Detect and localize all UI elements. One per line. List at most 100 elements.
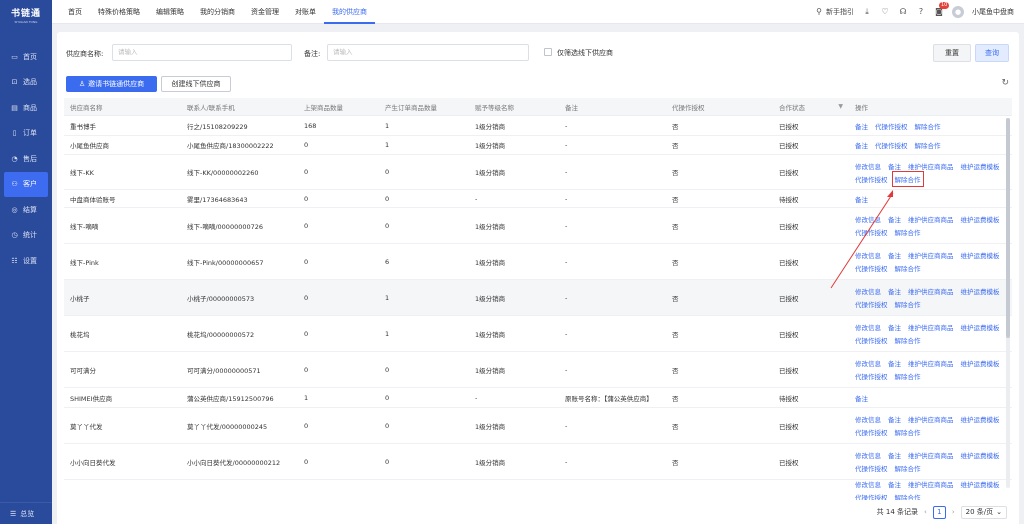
operation-link[interactable]: 修改信息 — [855, 358, 881, 368]
current-page[interactable]: 1 — [932, 505, 946, 519]
table-scrollbar[interactable] — [1006, 118, 1010, 488]
notification-bell[interactable]: ◙ 10 — [934, 1, 950, 17]
top-tab[interactable]: 特殊价格策略 — [90, 0, 148, 24]
operation-link[interactable]: 备注 — [888, 414, 901, 424]
operation-link[interactable]: 代操作授权 — [855, 174, 888, 184]
operation-link[interactable]: 备注 — [888, 322, 901, 332]
sidebar-item-stats[interactable]: ◷ 统计 — [0, 223, 52, 249]
operation-link[interactable]: 维护运费模板 — [961, 250, 1000, 260]
operation-link[interactable]: 代操作授权 — [855, 427, 888, 437]
operation-link[interactable]: 代操作授权 — [855, 371, 888, 381]
operation-link[interactable]: 维护供应商商品 — [908, 161, 954, 171]
sidebar-item-aftersale[interactable]: ◔ 售后 — [0, 146, 52, 172]
sidebar-item-select[interactable]: ⊡ 选品 — [0, 70, 52, 96]
operation-link[interactable]: 维护运费模板 — [961, 214, 1000, 224]
operation-link[interactable]: 解除合作 — [895, 371, 921, 381]
operation-link[interactable]: 修改信息 — [855, 322, 881, 332]
operation-link[interactable]: 代操作授权 — [875, 140, 908, 150]
sidebar-overview[interactable]: ☰ 总览 — [0, 502, 52, 524]
create-offline-supplier-button[interactable]: 创建线下供应商 — [161, 76, 231, 92]
sidebar-item-customer[interactable]: ⚇ 客户 — [4, 171, 48, 197]
operation-link[interactable]: 维护供应商商品 — [908, 286, 954, 296]
sidebar-item-settle[interactable]: ◎ 结算 — [0, 197, 52, 223]
operation-link[interactable]: 维护供应商商品 — [908, 414, 954, 424]
operation-link[interactable]: 备注 — [888, 450, 901, 460]
operation-link[interactable]: 修改信息 — [855, 286, 881, 296]
operation-link[interactable]: 维护供应商商品 — [908, 479, 954, 489]
operation-link[interactable]: 维护运费模板 — [961, 286, 1000, 296]
operation-link[interactable]: 备注 — [888, 479, 901, 489]
operation-link[interactable]: 解除合作 — [895, 299, 921, 309]
operation-link[interactable]: 维护运费模板 — [961, 450, 1000, 460]
sidebar-item-settings[interactable]: ☷ 设置 — [0, 248, 52, 274]
operation-link[interactable]: 维护供应商商品 — [908, 358, 954, 368]
refresh-icon[interactable]: ↻ — [1001, 78, 1009, 88]
operation-link[interactable]: 备注 — [855, 194, 868, 204]
avatar[interactable]: ● — [952, 5, 964, 18]
help-icon[interactable]: ? — [916, 7, 926, 17]
offline-only-label[interactable]: 仅筛选线下供应商 — [557, 48, 613, 58]
operation-link[interactable]: 维护运费模板 — [961, 414, 1000, 424]
operation-link[interactable]: 维护运费模板 — [961, 322, 1000, 332]
operation-link[interactable]: 修改信息 — [855, 450, 881, 460]
prev-page-icon[interactable]: ‹ — [924, 508, 927, 516]
note-input[interactable]: 请输入 — [327, 44, 529, 61]
operation-link[interactable]: 修改信息 — [855, 414, 881, 424]
sidebar-item-order[interactable]: ▯ 订单 — [0, 121, 52, 147]
operation-link[interactable]: 维护供应商商品 — [908, 450, 954, 460]
operation-link[interactable]: 代操作授权 — [855, 227, 888, 237]
guide-link[interactable]: ⚲ 新手指引 — [814, 7, 854, 17]
operation-link[interactable]: 解除合作 — [891, 170, 924, 187]
heart-icon[interactable]: ♡ — [880, 7, 890, 17]
supplier-name-input[interactable]: 请输入 — [112, 44, 292, 61]
query-button[interactable]: 查询 — [975, 44, 1009, 62]
operation-link[interactable]: 修改信息 — [855, 250, 881, 260]
username[interactable]: 小尾鱼中盘商 — [972, 7, 1014, 17]
operation-link[interactable]: 备注 — [888, 286, 901, 296]
operation-link[interactable]: 解除合作 — [895, 227, 921, 237]
operation-link[interactable]: 代操作授权 — [875, 121, 908, 131]
operation-link[interactable]: 维护供应商商品 — [908, 322, 954, 332]
reset-button[interactable]: 重置 — [933, 44, 971, 62]
sidebar-item-goods[interactable]: ▤ 商品 — [0, 95, 52, 121]
top-tab[interactable]: 我的供应商 — [324, 0, 375, 24]
operation-link[interactable]: 备注 — [855, 140, 868, 150]
top-tab[interactable]: 资金管理 — [243, 0, 287, 24]
operation-link[interactable]: 修改信息 — [855, 161, 881, 171]
scrollbar-thumb[interactable] — [1006, 118, 1010, 338]
operation-link[interactable]: 备注 — [855, 121, 868, 131]
operation-link[interactable]: 代操作授权 — [855, 299, 888, 309]
operation-link[interactable]: 备注 — [855, 393, 868, 403]
operation-link[interactable]: 解除合作 — [895, 463, 921, 473]
sidebar-item-monitor[interactable]: ▭ 首页 — [0, 44, 52, 70]
operation-link[interactable]: 解除合作 — [915, 121, 941, 131]
operation-link[interactable]: 代操作授权 — [855, 335, 888, 345]
operation-link[interactable]: 代操作授权 — [855, 463, 888, 473]
invite-supplier-button[interactable]: ♙ 邀请书链通供应商 — [66, 76, 157, 92]
headset-icon[interactable]: ☊ — [898, 7, 908, 17]
top-tab[interactable]: 编辑策略 — [148, 0, 192, 24]
download-icon[interactable]: ⤓ — [862, 7, 872, 17]
operation-link[interactable]: 维护运费模板 — [961, 161, 1000, 171]
offline-only-checkbox[interactable] — [544, 48, 552, 56]
page-size-select[interactable]: 20 条/页 ⌄ — [960, 505, 1007, 519]
operation-link[interactable]: 维护运费模板 — [961, 358, 1000, 368]
filter-icon[interactable]: ▼ — [838, 103, 843, 110]
operation-link[interactable]: 维护供应商商品 — [908, 250, 954, 260]
operation-link[interactable]: 备注 — [888, 358, 901, 368]
operation-link[interactable]: 备注 — [888, 214, 901, 224]
operation-link[interactable]: 备注 — [888, 161, 901, 171]
operation-link[interactable]: 解除合作 — [895, 335, 921, 345]
operation-link[interactable]: 解除合作 — [895, 427, 921, 437]
operation-link[interactable]: 修改信息 — [855, 479, 881, 489]
top-tab[interactable]: 我的分销商 — [192, 0, 243, 24]
app-logo[interactable]: 书链通 SHULIAN TONG — [0, 0, 52, 30]
operation-link[interactable]: 代操作授权 — [855, 263, 888, 273]
operation-link[interactable]: 解除合作 — [895, 263, 921, 273]
operation-link[interactable]: 修改信息 — [855, 214, 881, 224]
operation-link[interactable]: 备注 — [888, 250, 901, 260]
operation-link[interactable]: 维护供应商商品 — [908, 214, 954, 224]
next-page-icon[interactable]: › — [952, 508, 955, 516]
operation-link[interactable]: 维护运费模板 — [961, 479, 1000, 489]
top-tab[interactable]: 对账单 — [287, 0, 324, 24]
